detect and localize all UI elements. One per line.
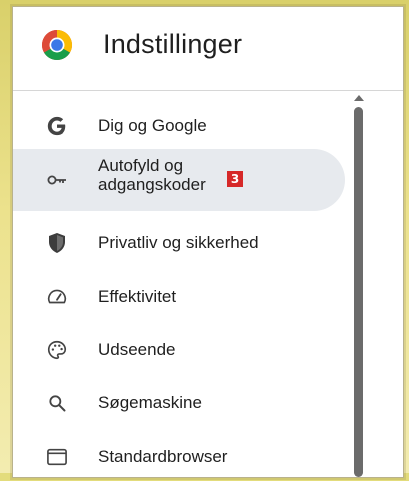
sidebar-item-dig-og-google[interactable]: Dig og Google xyxy=(13,102,345,150)
chrome-logo-icon xyxy=(41,29,73,61)
scroll-up-arrow-icon[interactable] xyxy=(353,89,365,101)
settings-panel: Indstillinger Dig og Google Autofyld og … xyxy=(12,6,404,478)
settings-header: Indstillinger xyxy=(13,7,403,91)
sidebar-item-privatliv[interactable]: Privatliv og sikkerhed xyxy=(13,219,345,267)
scrollbar-thumb[interactable] xyxy=(354,107,363,477)
sidebar-item-soegemaskine[interactable]: Søgemaskine xyxy=(13,379,345,427)
sidebar-item-label: Effektivitet xyxy=(98,287,177,306)
sidebar-item-label: Standardbrowser xyxy=(98,447,228,466)
sidebar-item-effektivitet[interactable]: Effektivitet xyxy=(13,273,345,321)
palette-icon xyxy=(45,338,69,362)
browser-window-icon xyxy=(45,445,69,469)
sidebar-item-label: Autofyld og adgangskoder xyxy=(98,156,206,194)
speedometer-icon xyxy=(45,285,69,309)
sidebar-item-autofyld[interactable]: Autofyld og adgangskoder 3 xyxy=(13,149,345,211)
page-title: Indstillinger xyxy=(103,29,243,59)
sidebar-item-standardbrowser[interactable]: Standardbrowser xyxy=(13,433,345,481)
sidebar-item-udseende[interactable]: Udseende xyxy=(13,326,345,374)
sidebar-item-label: Udseende xyxy=(98,340,176,359)
sidebar-item-label: Privatliv og sikkerhed xyxy=(98,233,259,252)
key-icon xyxy=(45,168,69,192)
sidebar-item-label: Dig og Google xyxy=(98,116,207,135)
google-g-icon xyxy=(45,114,69,138)
shield-icon xyxy=(45,231,69,255)
header-divider xyxy=(13,90,403,91)
sidebar-item-label: Søgemaskine xyxy=(98,393,202,412)
annotation-badge: 3 xyxy=(227,171,243,187)
search-icon xyxy=(45,391,69,415)
